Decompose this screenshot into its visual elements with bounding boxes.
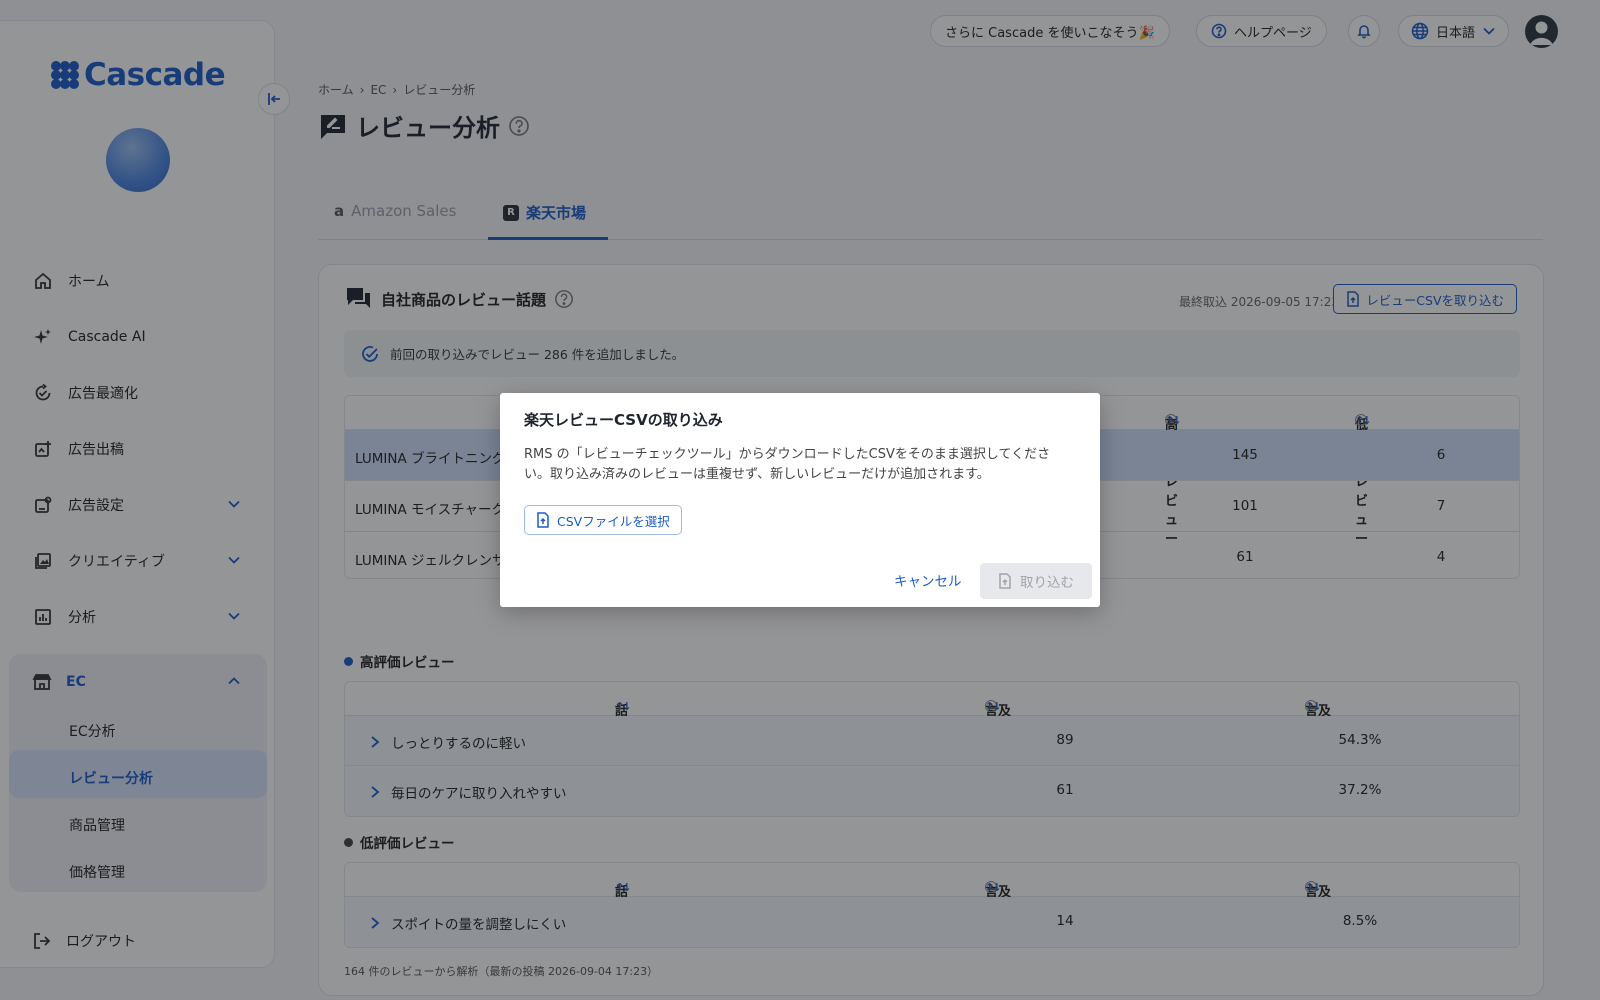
cancel-button[interactable]: キャンセル xyxy=(894,570,962,590)
file-upload-icon xyxy=(998,573,1012,589)
submit-label: 取り込む xyxy=(1020,575,1074,591)
dialog-title: 楽天レビューCSVの取り込み xyxy=(524,411,723,429)
import-submit-button[interactable]: 取り込む xyxy=(980,563,1092,599)
select-file-label: CSVファイルを選択 xyxy=(557,513,670,529)
select-csv-file-button[interactable]: CSVファイルを選択 xyxy=(524,505,682,535)
file-upload-icon xyxy=(536,512,550,528)
dialog-description: RMS の「レビューチェックツール」からダウンロードしたCSVをそのまま選択して… xyxy=(524,447,1051,482)
import-csv-dialog: 楽天レビューCSVの取り込み RMS の「レビューチェックツール」からダウンロー… xyxy=(500,393,1100,607)
